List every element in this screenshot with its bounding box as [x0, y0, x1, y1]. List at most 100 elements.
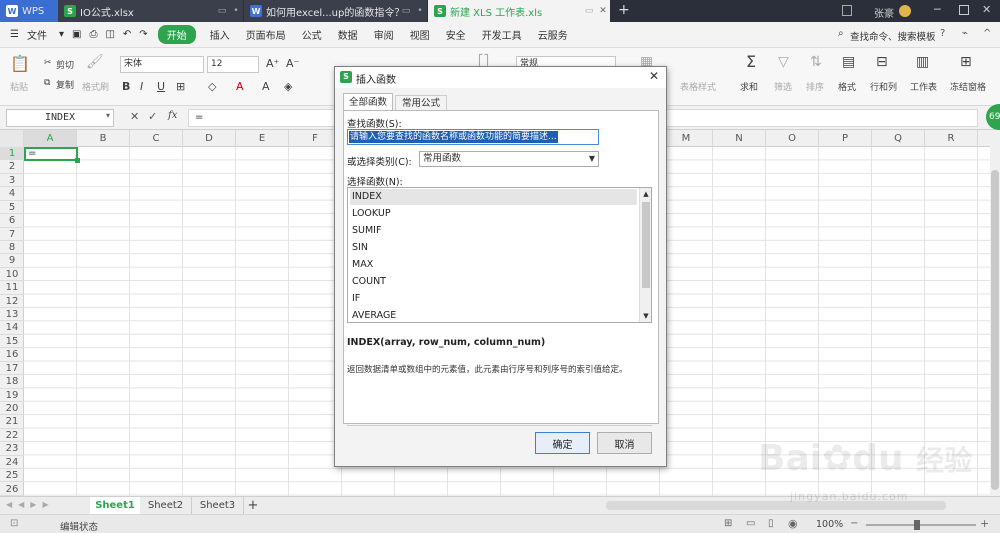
window-mode-icon[interactable] — [842, 5, 852, 16]
skin-icon[interactable]: ⌁ — [962, 28, 968, 39]
row-header[interactable]: 6 — [0, 214, 24, 228]
insert-function-icon[interactable]: fx — [168, 110, 177, 121]
paste-icon[interactable]: 📋 — [10, 54, 30, 73]
function-item-index[interactable]: INDEX — [350, 189, 637, 205]
row-header[interactable]: 23 — [0, 442, 24, 456]
column-header[interactable]: O — [766, 130, 819, 147]
column-header[interactable]: B — [77, 130, 130, 147]
row-header[interactable]: 4 — [0, 187, 24, 201]
cut-icon[interactable]: ✂ — [44, 58, 52, 68]
sheet-tab-2[interactable]: Sheet2 — [140, 497, 192, 515]
format-painter-icon[interactable]: 🖌 — [86, 54, 104, 70]
font-shrink-icon[interactable]: A⁻ — [286, 57, 299, 70]
row-header[interactable]: 9 — [0, 254, 24, 268]
menu-insert[interactable]: 插入 — [202, 27, 238, 42]
zoom-in-icon[interactable]: + — [980, 517, 989, 530]
sheet-tab-1[interactable]: Sheet1 — [90, 497, 140, 515]
format-button[interactable]: 格式 — [838, 80, 856, 93]
row-header[interactable]: 24 — [0, 456, 24, 470]
tab-common-formulas[interactable]: 常用公式 — [395, 95, 447, 111]
row-header[interactable]: 11 — [0, 281, 24, 295]
monitor-icon[interactable]: ▭ — [582, 6, 596, 16]
close-icon[interactable]: ✕ — [649, 69, 659, 83]
sort-icon[interactable]: ⇅ — [810, 54, 822, 70]
menu-review[interactable]: 审阅 — [366, 27, 402, 42]
function-item-if[interactable]: IF — [350, 291, 637, 307]
select-all-corner[interactable] — [0, 130, 24, 147]
page-view-icon[interactable]: ▭ — [746, 518, 755, 529]
column-header[interactable]: R — [925, 130, 978, 147]
row-header[interactable]: 14 — [0, 321, 24, 335]
scroll-down-icon[interactable]: ▼ — [640, 310, 651, 322]
menu-data[interactable]: 数据 — [330, 27, 366, 42]
border-icon[interactable]: ⊞ — [176, 80, 185, 93]
list-scrollbar[interactable]: ▲ ▼ — [639, 188, 651, 322]
font-family-select[interactable]: 宋体 — [120, 56, 204, 73]
row-header[interactable]: 12 — [0, 295, 24, 309]
column-header[interactable]: N — [713, 130, 766, 147]
row-header[interactable]: 22 — [0, 429, 24, 443]
close-dot-icon[interactable]: • — [229, 6, 243, 16]
italic-icon[interactable]: I — [140, 80, 143, 93]
table-style-button[interactable]: 表格样式 — [680, 80, 716, 93]
list-scroll-thumb[interactable] — [642, 202, 650, 288]
row-header[interactable]: 26 — [0, 483, 24, 496]
row-header[interactable]: 8 — [0, 241, 24, 255]
active-cell-a1[interactable]: = — [24, 147, 78, 161]
font-size-select[interactable]: 12 — [207, 56, 259, 73]
row-header[interactable]: 1 — [0, 147, 24, 161]
filter-button[interactable]: 筛选 — [774, 80, 792, 93]
chevron-down-icon[interactable]: ▾ — [55, 29, 68, 40]
user-name[interactable]: 张豪 — [874, 5, 894, 20]
sort-button[interactable]: 排序 — [806, 80, 824, 93]
zoom-slider[interactable] — [866, 524, 976, 526]
row-header[interactable]: 13 — [0, 308, 24, 322]
monitor-icon[interactable]: ▭ — [215, 6, 229, 16]
monitor-icon[interactable]: ▭ — [399, 6, 413, 16]
row-header[interactable]: 7 — [0, 228, 24, 241]
font-grow-icon[interactable]: A⁺ — [266, 57, 279, 70]
cancel-edit-icon[interactable]: ✕ — [130, 110, 139, 123]
print-icon[interactable]: ⎙ — [85, 29, 101, 40]
collapse-icon[interactable]: ^ — [983, 28, 991, 39]
row-header[interactable]: 21 — [0, 415, 24, 429]
freeze-icon[interactable]: ⊞ — [960, 54, 972, 70]
vertical-scrollbar[interactable] — [990, 130, 1000, 496]
format-icon[interactable]: ▤ — [842, 54, 855, 70]
dialog-title-bar[interactable]: S 插入函数 ✕ — [335, 67, 666, 88]
column-header[interactable]: D — [183, 130, 236, 147]
fill-color-icon[interactable]: ◇ — [208, 80, 216, 93]
new-tab-icon[interactable]: + — [618, 2, 630, 18]
name-box[interactable]: INDEX — [6, 109, 114, 127]
function-item-lookup[interactable]: LOOKUP — [350, 206, 637, 222]
minimize-icon[interactable]: ─ — [934, 3, 941, 16]
maximize-icon[interactable] — [959, 5, 969, 15]
cancel-button[interactable]: 取消 — [597, 432, 652, 454]
underline-icon[interactable]: U — [157, 80, 165, 93]
filter-icon[interactable]: ▽ — [778, 54, 789, 70]
sum-icon[interactable]: Σ — [746, 52, 756, 71]
paste-button[interactable]: 粘贴 — [10, 80, 28, 93]
search-icon[interactable]: ⌕ — [838, 28, 844, 39]
chevron-down-icon[interactable]: ▼ — [589, 152, 595, 166]
menu-home[interactable]: 开始 — [157, 25, 196, 44]
normal-view-icon[interactable]: ⊞ — [724, 518, 732, 529]
menu-page-layout[interactable]: 页面布局 — [238, 27, 294, 42]
menu-security[interactable]: 安全 — [438, 27, 474, 42]
avatar[interactable] — [899, 5, 911, 17]
function-item-average[interactable]: AVERAGE — [350, 308, 637, 322]
function-item-max[interactable]: MAX — [350, 257, 637, 273]
function-search-input[interactable]: 请输入您要查找的函数名称或函数功能的简要描述... — [347, 129, 599, 145]
save-icon[interactable]: ▣ — [68, 29, 85, 40]
preview-icon[interactable]: ◫ — [101, 29, 118, 40]
command-search[interactable]: 查找命令、搜索模板 — [850, 29, 936, 43]
vertical-scroll-thumb[interactable] — [991, 170, 999, 490]
cut-button[interactable]: 剪切 — [56, 58, 74, 71]
chevron-down-icon[interactable]: ▾ — [106, 111, 110, 120]
row-header[interactable]: 17 — [0, 362, 24, 376]
column-header[interactable]: E — [236, 130, 289, 147]
eye-protect-icon[interactable]: ◉ — [788, 517, 798, 530]
column-header[interactable]: M — [660, 130, 713, 147]
row-header[interactable]: 10 — [0, 268, 24, 282]
row-header[interactable]: 2 — [0, 160, 24, 174]
